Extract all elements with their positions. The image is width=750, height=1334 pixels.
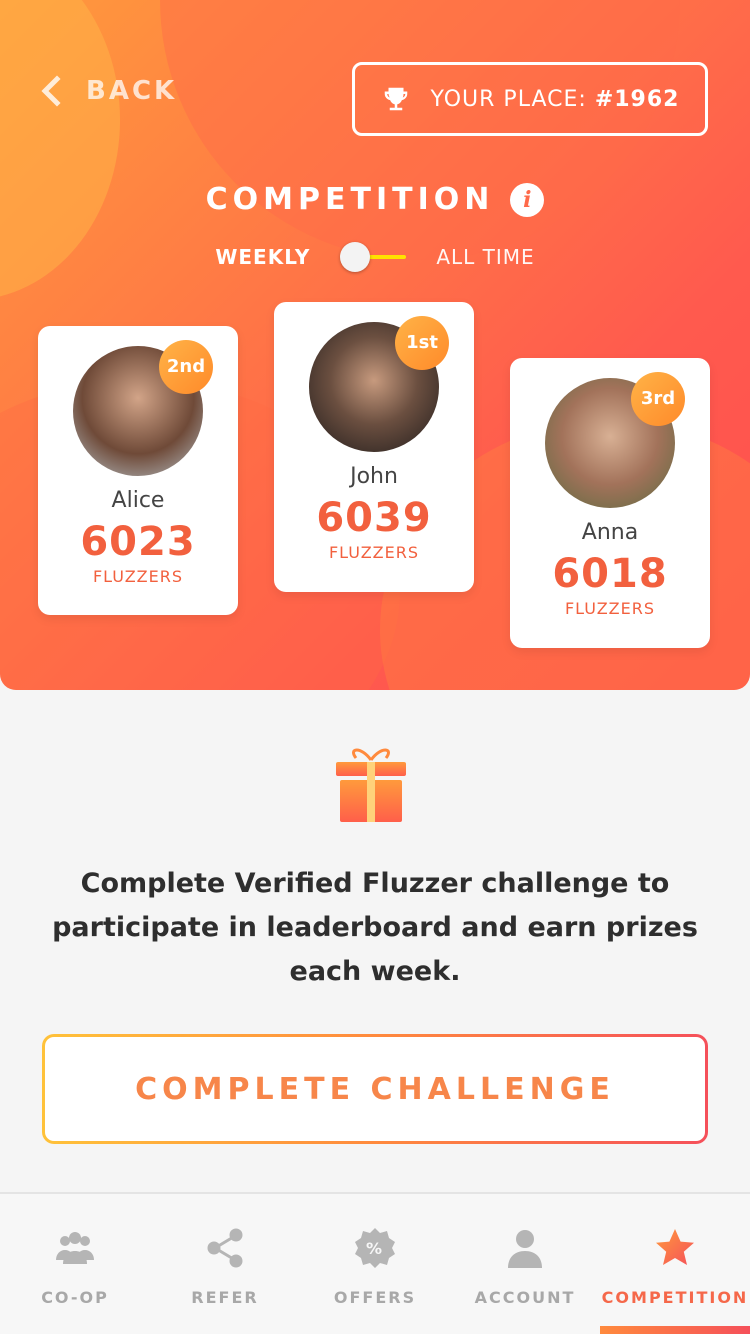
nav-label: COMPETITION <box>601 1288 749 1307</box>
nav-item-refer[interactable]: REFER <box>150 1194 300 1334</box>
score-unit: FLUZZERS <box>564 599 656 618</box>
rank-badge: 2nd <box>159 340 213 394</box>
svg-text:%: % <box>366 1239 384 1258</box>
page-title: COMPETITION i <box>0 182 750 217</box>
gift-icon <box>336 748 406 822</box>
avatar: 3rd <box>545 372 685 508</box>
active-tab-indicator <box>600 1326 750 1334</box>
avatar: 2nd <box>73 340 213 476</box>
leaderboard-card[interactable]: 2nd Alice 6023 FLUZZERS <box>38 326 238 615</box>
trophy-icon <box>384 87 407 111</box>
nav-label: ACCOUNT <box>474 1288 576 1307</box>
challenge-message: Complete Verified Fluzzer challenge to p… <box>52 868 698 987</box>
chevron-left-icon <box>41 75 73 107</box>
nav-item-coop[interactable]: CO-OP <box>0 1194 150 1334</box>
bottom-nav: CO-OP REFER % OFFERS ACCOUNT COMPETITION <box>0 1192 750 1334</box>
leaderboard-card[interactable]: 3rd Anna 6018 FLUZZERS <box>510 358 710 648</box>
nav-label: REFER <box>191 1288 259 1307</box>
player-score: 6039 <box>316 495 432 541</box>
rank-badge: 3rd <box>631 372 685 426</box>
info-icon[interactable]: i <box>510 183 545 217</box>
group-icon <box>56 1232 94 1264</box>
player-score: 6018 <box>552 551 668 597</box>
switch-knob[interactable] <box>340 242 371 272</box>
your-place-button[interactable]: YOUR PLACE: #1962 <box>352 62 708 136</box>
back-label: BACK <box>86 76 178 106</box>
player-name: Anna <box>581 520 639 545</box>
competition-header: BACK YOUR PLACE: #1962 COMPETITION i WEEK… <box>0 0 750 690</box>
player-name: John <box>350 464 398 489</box>
rank-badge: 1st <box>395 316 449 370</box>
score-unit: FLUZZERS <box>92 567 184 586</box>
your-place-value: #1962 <box>594 86 680 112</box>
leaderboard-card[interactable]: 1st John 6039 FLUZZERS <box>274 302 474 592</box>
nav-label: CO-OP <box>41 1288 109 1307</box>
back-button[interactable]: BACK <box>40 75 178 107</box>
nav-item-competition[interactable]: COMPETITION <box>600 1194 750 1334</box>
nav-item-account[interactable]: ACCOUNT <box>450 1194 600 1334</box>
complete-challenge-button[interactable]: COMPLETE CHALLENGE <box>42 1034 708 1144</box>
player-score: 6023 <box>80 519 196 565</box>
nav-item-offers[interactable]: % OFFERS <box>300 1194 450 1334</box>
star-icon <box>656 1229 694 1265</box>
discount-badge-icon: % <box>355 1228 395 1268</box>
complete-challenge-label: COMPLETE CHALLENGE <box>45 1037 705 1141</box>
score-unit: FLUZZERS <box>328 543 420 562</box>
share-icon <box>207 1228 243 1268</box>
user-icon <box>508 1230 542 1268</box>
player-name: Alice <box>111 488 165 513</box>
nav-label: OFFERS <box>333 1288 417 1307</box>
weekly-option[interactable]: WEEKLY <box>215 245 310 269</box>
period-toggle: WEEKLY ALL TIME <box>0 242 750 272</box>
period-switch[interactable] <box>340 242 407 272</box>
your-place-label: YOUR PLACE: <box>430 86 587 112</box>
avatar: 1st <box>309 316 449 452</box>
page-title-text: COMPETITION <box>205 182 495 217</box>
all-time-option[interactable]: ALL TIME <box>436 245 534 269</box>
